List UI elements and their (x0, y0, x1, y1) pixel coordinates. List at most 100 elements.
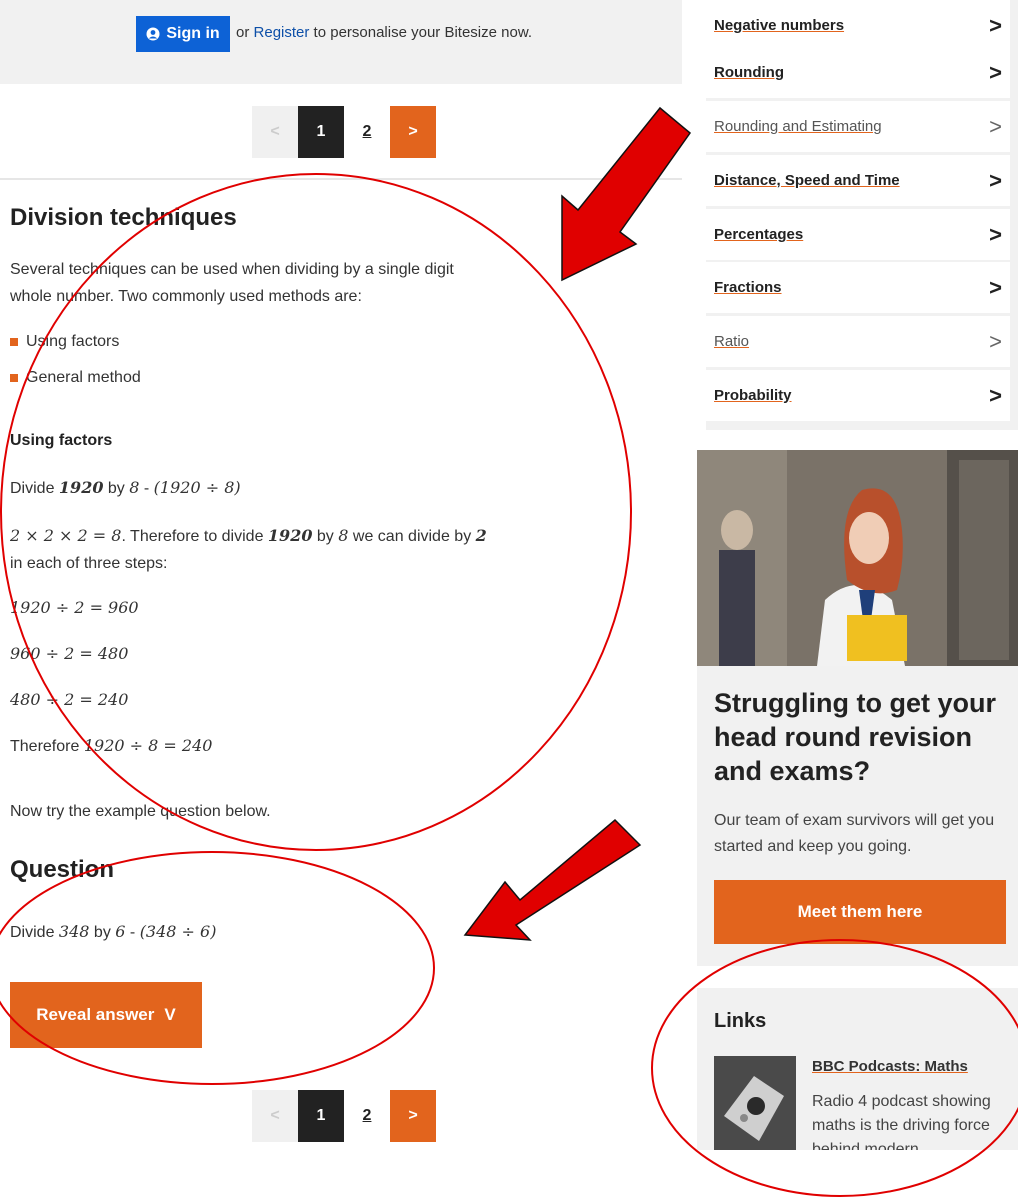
math-expression: (1920 ÷ 8) (153, 478, 241, 497)
pagination-top: < 1 2 > (252, 106, 436, 158)
chevron-right-icon: > (989, 274, 1002, 300)
page-1-current[interactable]: 1 (298, 1090, 344, 1142)
topic-item-rounding[interactable]: Rounding > (706, 47, 1010, 98)
divide-line: Divide 1920 by 8 - (1920 ÷ 8) (10, 478, 241, 497)
math-value: 2 (475, 526, 487, 545)
meet-them-button[interactable]: Meet them here (714, 880, 1006, 944)
links-heading: Links (714, 1010, 767, 1032)
sign-in-label: Sign in (166, 25, 220, 42)
topic-item-probability[interactable]: Probability > (706, 370, 1010, 421)
text: Therefore (10, 738, 80, 755)
article-intro: Several techniques can be used when divi… (10, 256, 530, 310)
page-1-current[interactable]: 1 (298, 106, 344, 158)
therefore-line: Therefore 1920 ÷ 8 = 240 (10, 732, 212, 760)
text: in each of three steps: (10, 555, 168, 572)
topic-label: Percentages (714, 226, 804, 243)
math-value: 8 (338, 526, 349, 545)
topic-label: Rounding and Estimating (714, 118, 882, 135)
list-item: Using factors (10, 328, 119, 355)
text: Divide (10, 924, 55, 941)
text: by (316, 528, 334, 545)
signin-suffix: to personalise your Bitesize now. (313, 24, 532, 41)
prev-page-button[interactable]: < (252, 1090, 298, 1142)
math-value: 6 (115, 922, 126, 941)
student-photo-icon (697, 450, 1018, 666)
article-heading: Division techniques (10, 204, 237, 231)
register-link[interactable]: Register (254, 24, 310, 41)
chevron-right-icon: > (989, 113, 1002, 139)
topic-item-distance-speed-time[interactable]: Distance, Speed and Time > (706, 155, 1010, 206)
promo-image (697, 450, 1018, 666)
math-expression: 1920 ÷ 8 = 240 (83, 736, 213, 755)
question-heading: Question (10, 856, 115, 883)
user-icon (146, 27, 160, 41)
topic-label: Fractions (714, 279, 782, 296)
annotation-circle (0, 851, 435, 1085)
chevron-right-icon: > (989, 221, 1002, 247)
text: by (93, 924, 111, 941)
link-description: Radio 4 podcast showing maths is the dri… (812, 1093, 991, 1150)
next-page-button[interactable]: > (390, 106, 436, 158)
math-value: 1920 (267, 526, 313, 545)
sub-heading: Using factors (10, 432, 113, 449)
pagination-bottom: < 1 2 > (252, 1090, 436, 1142)
next-page-button[interactable]: > (390, 1090, 436, 1142)
math-value: 8 (129, 478, 140, 497)
chevron-right-icon: > (989, 328, 1002, 354)
signin-banner (0, 0, 682, 84)
try-text: Now try the example question below. (10, 803, 271, 820)
bullet-label: General method (26, 369, 141, 386)
link-thumbnail[interactable] (714, 1056, 796, 1150)
step-line: 960 ÷ 2 = 480 (10, 644, 129, 663)
intro-line-2: whole number. Two commonly used methods … (10, 288, 362, 305)
text: Divide (10, 480, 55, 497)
bullet-icon (10, 337, 18, 346)
intro-line-1: Several techniques can be used when divi… (10, 261, 454, 278)
topic-item-rounding-and-estimating[interactable]: Rounding and Estimating > (706, 101, 1010, 152)
reveal-label: Reveal answer (36, 1005, 155, 1024)
chevron-right-icon: > (989, 12, 1002, 38)
text: we can divide by (352, 528, 472, 545)
sign-in-button[interactable]: Sign in (136, 16, 230, 52)
bullet-label: Using factors (26, 333, 120, 350)
bullet-icon (10, 373, 18, 382)
topic-label: Rounding (714, 64, 784, 81)
step-line: 1920 ÷ 2 = 960 (10, 598, 139, 617)
topic-label: Negative numbers (714, 17, 845, 34)
question-text: Divide 348 by 6 - (348 ÷ 6) (10, 922, 217, 941)
chevron-down-icon: V (164, 1005, 176, 1024)
page-2-link[interactable]: 2 (344, 106, 390, 158)
chevron-right-icon: > (989, 59, 1002, 85)
topic-item-fractions[interactable]: Fractions > (706, 262, 1010, 313)
math-expression: (348 ÷ 6) (139, 922, 217, 941)
math-value: 1920 (58, 478, 104, 497)
link-title[interactable]: BBC Podcasts: Maths (812, 1058, 968, 1075)
chevron-right-icon: > (989, 382, 1002, 408)
text: by (107, 480, 125, 497)
chevron-right-icon: > (989, 167, 1002, 193)
page-2-link[interactable]: 2 (344, 1090, 390, 1142)
topic-item-ratio[interactable]: Ratio > (706, 316, 1010, 367)
signin-prompt: or Register to personalise your Bitesize… (236, 24, 532, 41)
math-value: 348 (58, 922, 90, 941)
text: . Therefore to divide (121, 528, 264, 545)
math-expression: 2 × 2 × 2 = 8 (10, 526, 122, 545)
factor-paragraph: 2 × 2 × 2 = 8. Therefore to divide 1920 … (10, 522, 530, 577)
step-line: 480 ÷ 2 = 240 (10, 690, 129, 709)
or-text: or (236, 24, 250, 41)
promo-text: Our team of exam survivors will get you … (714, 812, 995, 855)
topic-item-percentages[interactable]: Percentages > (706, 209, 1010, 260)
promo-title: Struggling to get your head round revisi… (714, 688, 996, 786)
prev-page-button[interactable]: < (252, 106, 298, 158)
arrow-icon (463, 818, 642, 941)
arrow-icon (561, 106, 692, 282)
topic-item-negative-numbers[interactable]: Negative numbers > (706, 0, 1010, 51)
reveal-answer-button[interactable]: Reveal answer V (10, 982, 202, 1048)
section-divider (0, 178, 682, 180)
podcast-thumbnail-icon (714, 1056, 796, 1150)
topic-label: Probability (714, 387, 792, 404)
list-item: General method (10, 364, 141, 391)
topic-label: Distance, Speed and Time (714, 172, 900, 189)
topic-label: Ratio (714, 333, 750, 350)
topic-list: Negative numbers > Rounding > Rounding a… (706, 0, 1018, 430)
